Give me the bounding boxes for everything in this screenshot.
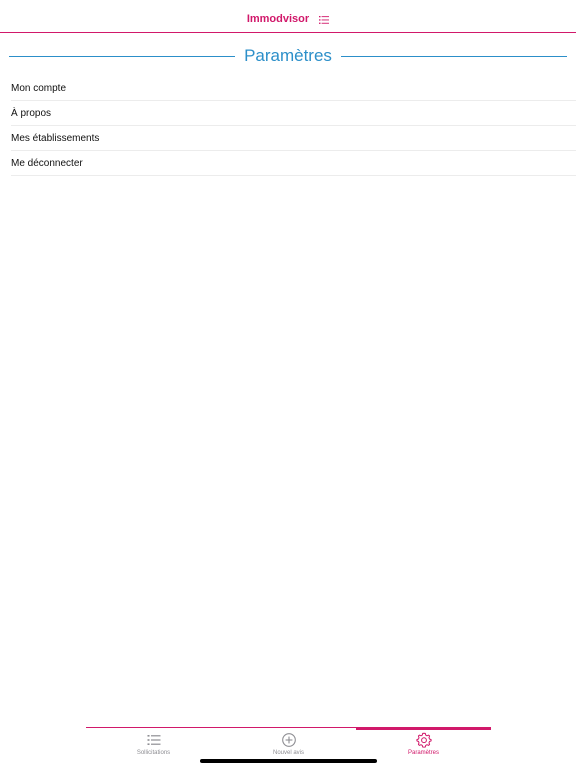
tab-label: Sollicitations — [136, 750, 171, 756]
tab-label: Nouvel avis — [272, 750, 304, 756]
app-title: Immodvisor — [246, 13, 310, 25]
divider-right — [341, 56, 567, 57]
settings-list: Mon compte À propos Mes établissements M… — [11, 76, 576, 176]
page-title: Paramètres — [244, 46, 332, 65]
tab-label: Paramètres — [407, 750, 439, 756]
settings-item-mes-etablissements[interactable]: Mes établissements — [11, 126, 576, 151]
home-indicator[interactable] — [200, 759, 377, 763]
top-navbar: Immodvisor — [0, 0, 576, 33]
settings-screen: Immodvisor Paramètres Mon compte À propo… — [0, 0, 576, 768]
list-icon — [147, 735, 160, 745]
list-icon[interactable] — [319, 15, 330, 24]
settings-item-me-deconnecter[interactable]: Me déconnecter — [11, 151, 576, 176]
tab-nouvel-avis[interactable]: Nouvel avis — [221, 730, 356, 760]
tab-sollicitations[interactable]: Sollicitations — [86, 730, 221, 760]
settings-item-mon-compte[interactable]: Mon compte — [11, 76, 576, 101]
section-header: Paramètres — [0, 44, 576, 70]
divider-left — [9, 56, 235, 57]
gear-icon — [415, 732, 432, 748]
tab-parametres[interactable]: Paramètres — [356, 730, 491, 760]
settings-item-a-propos[interactable]: À propos — [11, 101, 576, 126]
plus-circle-icon — [281, 733, 296, 747]
